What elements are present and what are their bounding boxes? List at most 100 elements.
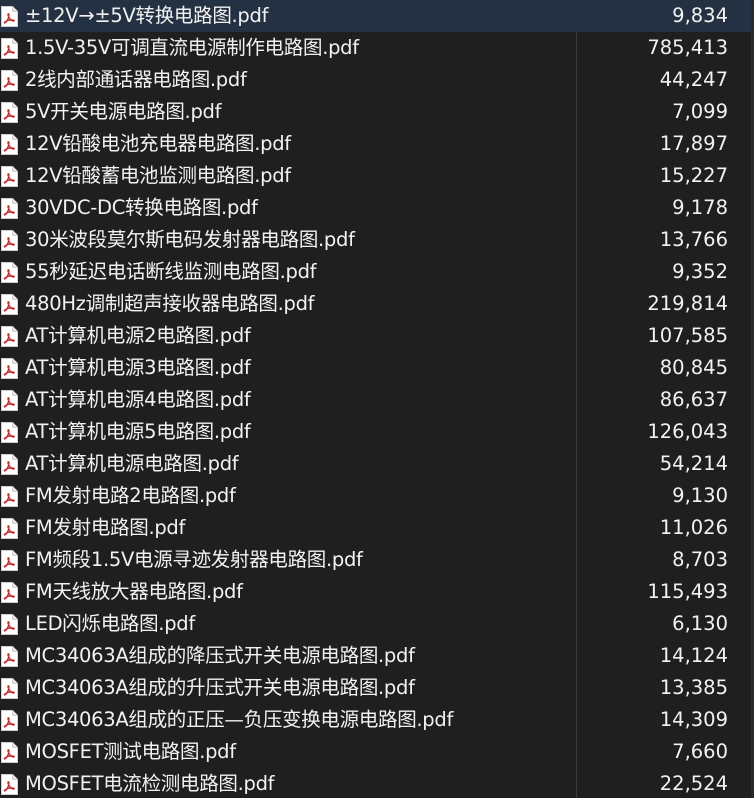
file-size: 11,026 (659, 516, 728, 539)
pdf-file-icon (1, 70, 18, 91)
file-size: 14,124 (659, 644, 728, 667)
file-size: 9,130 (672, 484, 728, 507)
pdf-file-icon (1, 678, 18, 699)
pdf-file-icon (1, 614, 18, 635)
file-size: 13,385 (659, 676, 728, 699)
pdf-file-icon (1, 422, 18, 443)
file-name: 30VDC-DC转换电路图.pdf (25, 196, 258, 219)
pdf-file-icon (1, 326, 18, 347)
pdf-file-icon (1, 710, 18, 731)
file-row[interactable]: FM天线放大器电路图.pdf 115,493 (0, 576, 754, 608)
pdf-file-icon (1, 262, 18, 283)
file-size: 9,834 (672, 4, 728, 27)
file-row[interactable]: 55秒延迟电话断线监测电路图.pdf 9,352 (0, 256, 754, 288)
file-size: 7,099 (672, 100, 728, 123)
file-row[interactable]: 30VDC-DC转换电路图.pdf 9,178 (0, 192, 754, 224)
file-name: FM天线放大器电路图.pdf (25, 580, 243, 603)
file-row[interactable]: 2线内部通话器电路图.pdf 44,247 (0, 64, 754, 96)
file-row[interactable]: ±12V→±5V转换电路图.pdf 9,834 (0, 0, 754, 32)
file-name: MC34063A组成的正压—负压变换电源电路图.pdf (25, 708, 454, 731)
file-name: AT计算机电源4电路图.pdf (25, 388, 251, 411)
file-row[interactable]: AT计算机电源电路图.pdf 54,214 (0, 448, 754, 480)
file-size: 22,524 (659, 772, 728, 795)
file-row[interactable]: FM发射电路2电路图.pdf 9,130 (0, 480, 754, 512)
file-size: 9,178 (672, 196, 728, 219)
pdf-file-icon (1, 486, 18, 507)
pdf-file-icon (1, 550, 18, 571)
file-size: 785,413 (647, 36, 728, 59)
file-row[interactable]: MC34063A组成的降压式开关电源电路图.pdf 14,124 (0, 640, 754, 672)
file-size: 9,352 (672, 260, 728, 283)
file-row[interactable]: MOSFET电流检测电路图.pdf 22,524 (0, 768, 754, 798)
file-size: 86,637 (659, 388, 728, 411)
file-size: 219,814 (647, 292, 728, 315)
file-row[interactable]: AT计算机电源3电路图.pdf 80,845 (0, 352, 754, 384)
pdf-file-icon (1, 38, 18, 59)
file-row[interactable]: MC34063A组成的升压式开关电源电路图.pdf 13,385 (0, 672, 754, 704)
file-row[interactable]: 480Hz调制超声接收器电路图.pdf 219,814 (0, 288, 754, 320)
pdf-file-icon (1, 294, 18, 315)
file-name: FM频段1.5V电源寻迹发射器电路图.pdf (25, 548, 363, 571)
file-size: 8,703 (672, 548, 728, 571)
file-row[interactable]: 5V开关电源电路图.pdf 7,099 (0, 96, 754, 128)
pdf-file-icon (1, 582, 18, 603)
file-size: 115,493 (647, 580, 728, 603)
file-name: AT计算机电源电路图.pdf (25, 452, 239, 475)
file-name: 55秒延迟电话断线监测电路图.pdf (25, 260, 317, 283)
file-name: 5V开关电源电路图.pdf (25, 100, 222, 123)
file-row[interactable]: FM发射电路图.pdf 11,026 (0, 512, 754, 544)
file-size: 107,585 (647, 324, 728, 347)
pdf-file-icon (1, 358, 18, 379)
file-size: 126,043 (647, 420, 728, 443)
file-name: 480Hz调制超声接收器电路图.pdf (25, 292, 315, 315)
pdf-file-icon (1, 198, 18, 219)
pdf-file-icon (1, 518, 18, 539)
file-row[interactable]: AT计算机电源4电路图.pdf 86,637 (0, 384, 754, 416)
pdf-file-icon (1, 742, 18, 763)
file-row[interactable]: MC34063A组成的正压—负压变换电源电路图.pdf 14,309 (0, 704, 754, 736)
file-name: 1.5V-35V可调直流电源制作电路图.pdf (25, 36, 359, 59)
file-size: 17,897 (659, 132, 728, 155)
file-name: MC34063A组成的升压式开关电源电路图.pdf (25, 676, 415, 699)
file-name: MOSFET测试电路图.pdf (25, 740, 236, 763)
file-size: 14,309 (659, 708, 728, 731)
file-name: 12V铅酸蓄电池监测电路图.pdf (25, 164, 291, 187)
file-name: MC34063A组成的降压式开关电源电路图.pdf (25, 644, 415, 667)
file-row[interactable]: MOSFET测试电路图.pdf 7,660 (0, 736, 754, 768)
pdf-file-icon (1, 134, 18, 155)
pdf-file-icon (1, 454, 18, 475)
file-name: FM发射电路2电路图.pdf (25, 484, 236, 507)
file-size: 7,660 (672, 740, 728, 763)
pdf-file-icon (1, 774, 18, 795)
pdf-file-icon (1, 166, 18, 187)
file-row[interactable]: 12V铅酸电池充电器电路图.pdf 17,897 (0, 128, 754, 160)
file-size: 13,766 (659, 228, 728, 251)
file-name: FM发射电路图.pdf (25, 516, 186, 539)
file-size: 80,845 (659, 356, 728, 379)
file-name: MOSFET电流检测电路图.pdf (25, 772, 275, 795)
file-name: AT计算机电源3电路图.pdf (25, 356, 251, 379)
file-name: 12V铅酸电池充电器电路图.pdf (25, 132, 291, 155)
file-size: 6,130 (672, 612, 728, 635)
file-name: AT计算机电源5电路图.pdf (25, 420, 251, 443)
file-row[interactable]: AT计算机电源5电路图.pdf 126,043 (0, 416, 754, 448)
file-size: 54,214 (659, 452, 728, 475)
pdf-file-icon (1, 390, 18, 411)
file-size: 15,227 (659, 164, 728, 187)
file-row[interactable]: 30米波段莫尔斯电码发射器电路图.pdf 13,766 (0, 224, 754, 256)
file-row[interactable]: 12V铅酸蓄电池监测电路图.pdf 15,227 (0, 160, 754, 192)
file-name: AT计算机电源2电路图.pdf (25, 324, 251, 347)
file-row[interactable]: FM频段1.5V电源寻迹发射器电路图.pdf 8,703 (0, 544, 754, 576)
pdf-file-icon (1, 102, 18, 123)
file-name: LED闪烁电路图.pdf (25, 612, 195, 635)
file-name: 30米波段莫尔斯电码发射器电路图.pdf (25, 228, 355, 251)
pdf-file-icon (1, 646, 18, 667)
file-row[interactable]: 1.5V-35V可调直流电源制作电路图.pdf 785,413 (0, 32, 754, 64)
pdf-file-icon (1, 230, 18, 251)
file-row[interactable]: LED闪烁电路图.pdf 6,130 (0, 608, 754, 640)
file-row[interactable]: AT计算机电源2电路图.pdf 107,585 (0, 320, 754, 352)
pdf-file-icon (1, 6, 18, 27)
file-name: 2线内部通话器电路图.pdf (25, 68, 247, 91)
file-name: ±12V→±5V转换电路图.pdf (25, 4, 269, 27)
file-list: ±12V→±5V转换电路图.pdf 9,834 1.5V-35V可调直流电源制作电路… (0, 0, 754, 798)
